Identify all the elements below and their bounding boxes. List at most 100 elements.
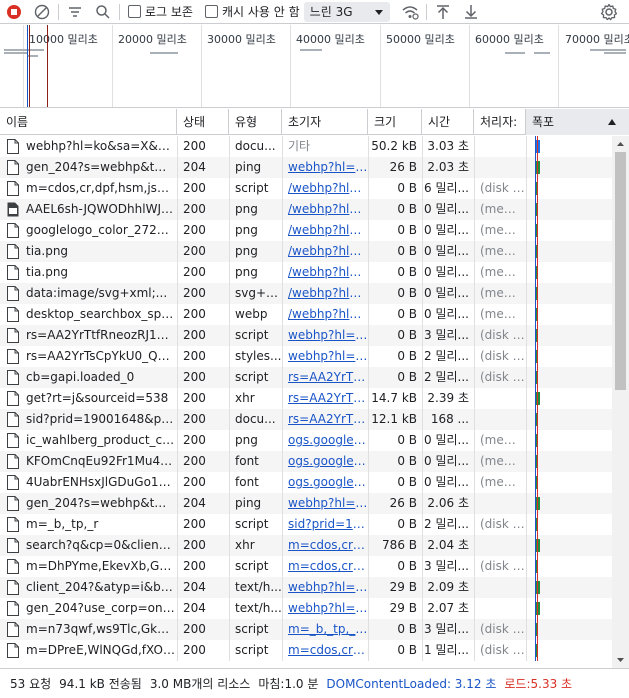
column-header-name[interactable]: 이름 (0, 109, 177, 135)
network-conditions-icon[interactable] (396, 0, 424, 24)
cell-initiator[interactable]: webhp?hl=k... (282, 346, 368, 367)
cell-name[interactable]: client_204?&atyp=i&biw=... (20, 577, 175, 598)
scroll-up-icon[interactable] (612, 138, 629, 150)
record-stop-icon[interactable] (0, 0, 28, 24)
timeline-overview[interactable]: 10000 밀리초 20000 밀리초 30000 밀리초 40000 밀리초 … (0, 25, 629, 108)
cell-name[interactable]: gen_204?s=webhp&t=ca... (20, 157, 175, 178)
table-row[interactable]: 4UabrENHsxJlGDuGo1OlI... 200 font ogs.googl… (0, 472, 612, 493)
cell-initiator[interactable]: /webhp?hl=k... (282, 178, 368, 199)
column-header-waterfall[interactable]: 폭포 (526, 109, 629, 135)
table-row[interactable]: m=DhPYme,EkevXb,GU4G... 200 script m=cdos,c… (0, 556, 612, 577)
table-row[interactable]: KFOmCnqEu92Fr1Mu4mx... 200 font ogs.google.… (0, 451, 612, 472)
cell-initiator[interactable]: /webhp?hl=k... (282, 283, 368, 304)
table-row[interactable]: search?q&cp=0&client=g... 200 xhr m=cdos,cr… (0, 535, 612, 556)
table-row[interactable]: get?rt=j&sourceid=538 200 xhr rs=AA2YrTtf..… (0, 388, 612, 409)
cell-initiator[interactable]: rs=AA2YrTtf... (282, 388, 368, 409)
table-row[interactable]: rs=AA2YrTsCpYkU0_QLXYI... 200 styles...web… (0, 346, 612, 367)
cell-name[interactable]: cb=gapi.loaded_0 (20, 367, 175, 388)
cell-name[interactable]: m=DhPYme,EkevXb,GU4G... (20, 556, 175, 577)
filter-icon[interactable] (61, 0, 89, 24)
table-row[interactable]: webhp?hl=ko&sa=X&ved... 200 docu... 기타 50.2 … (0, 136, 612, 157)
table-row[interactable]: data:image/svg+xml;... 200 svg+x.../webhp?… (0, 283, 612, 304)
table-row[interactable]: cb=gapi.loaded_0 200 script rs=AA2YrTtf... 0… (0, 367, 612, 388)
cell-initiator[interactable]: webhp?hl=k... (282, 598, 368, 619)
throttling-select[interactable]: 느린 3G (303, 1, 390, 22)
cell-name[interactable]: data:image/svg+xml;... (20, 283, 175, 304)
cell-name[interactable]: search?q&cp=0&client=g... (20, 535, 175, 556)
table-row[interactable]: gen_204?s=webhp&t=ca... 204 ping webhp?hl=k… (0, 157, 612, 178)
cell-name[interactable]: m=n73qwf,ws9Tlc,GkRiKb,... (20, 619, 175, 640)
cell-initiator[interactable]: /webhp?hl=k... (282, 262, 368, 283)
table-row[interactable]: m=cdos,cr,dpf,hsm,jsa,d,csi 200 script/web… (0, 178, 612, 199)
clear-icon[interactable] (28, 0, 56, 24)
cell-name[interactable]: KFOmCnqEu92Fr1Mu4mx... (20, 451, 175, 472)
cell-initiator[interactable]: m=cdos,cr,d... (282, 640, 368, 661)
cell-name[interactable]: gen_204?s=webhp&t=aft... (20, 493, 175, 514)
preserve-log-checkbox[interactable]: 로그 보존 (128, 3, 193, 20)
cell-initiator[interactable]: ogs.google.c... (282, 430, 368, 451)
cell-initiator[interactable]: /webhp?hl=k... (282, 304, 368, 325)
cell-initiator[interactable]: m=cdos,cr,d... (282, 556, 368, 577)
cell-name[interactable]: desktop_searchbox_sprite... (20, 304, 175, 325)
cell-initiator[interactable]: ogs.google.c... (282, 451, 368, 472)
checkbox-box[interactable] (204, 5, 218, 18)
scroll-down-icon[interactable] (612, 654, 629, 666)
cell-name[interactable]: rs=AA2YrTtfRneozRJ11ge... (20, 325, 175, 346)
column-header-time[interactable]: 시간 (422, 109, 474, 135)
table-row[interactable]: m=_b,_tp,_r 200 script sid?prid=190... 0 B 2 … (0, 514, 612, 535)
cell-name[interactable]: googlelogo_color_272x92... (20, 220, 175, 241)
cell-name[interactable]: webhp?hl=ko&sa=X&ved... (20, 136, 175, 157)
table-row[interactable]: googlelogo_color_272x92... 200 png/webhp?h… (0, 220, 612, 241)
scrollbar-thumb[interactable] (615, 152, 626, 390)
cell-name[interactable]: tia.png (20, 262, 175, 283)
table-row[interactable]: gen_204?s=webhp&t=aft... 204 ping webhp?hl=… (0, 493, 612, 514)
cell-name[interactable]: 4UabrENHsxJlGDuGo1OlI... (20, 472, 175, 493)
cell-name[interactable]: rs=AA2YrTsCpYkU0_QLXYI... (20, 346, 175, 367)
cell-initiator[interactable]: rs=AA2YrTtf... (282, 409, 368, 430)
disable-cache-checkbox[interactable]: 캐시 사용 안 함 (204, 3, 300, 20)
cell-name[interactable]: get?rt=j&sourceid=538 (20, 388, 175, 409)
column-header-handler[interactable]: 처리자: (474, 109, 526, 135)
table-row[interactable]: ic_wahlberg_product_core... 200 png ogs.goo… (0, 430, 612, 451)
cell-name[interactable]: sid?prid=19001648&pgid... (20, 409, 175, 430)
upload-icon[interactable] (429, 0, 457, 24)
cell-initiator[interactable]: webhp?hl=k... (282, 157, 368, 178)
table-row[interactable]: rs=AA2YrTtfRneozRJ11ge... 200 script webhp?… (0, 325, 612, 346)
column-header-initiator[interactable]: 초기자 (282, 109, 368, 135)
table-row[interactable]: gen_204?use_corp=on&at... 204 text/h...web… (0, 598, 612, 619)
cell-initiator[interactable]: sid?prid=190... (282, 514, 368, 535)
cell-initiator[interactable]: ogs.google.c... (282, 472, 368, 493)
cell-name[interactable]: gen_204?use_corp=on&at... (20, 598, 175, 619)
cell-name[interactable]: AAEL6sh-JQWODhhlWJV5... (20, 199, 175, 220)
checkbox-box[interactable] (128, 5, 141, 18)
settings-icon[interactable] (595, 0, 623, 24)
column-header-status[interactable]: 상태 (177, 109, 229, 135)
cell-initiator[interactable]: /webhp?hl=k... (282, 199, 368, 220)
table-row[interactable]: tia.png 200 png/webhp?hl=k... 0 B 0 밀리... (me… (0, 241, 612, 262)
column-header-type[interactable]: 유형 (229, 109, 282, 135)
cell-initiator[interactable]: m=cdos,cr,d... (282, 535, 368, 556)
cell-name[interactable]: tia.png (20, 241, 175, 262)
cell-initiator[interactable]: m=_b,_tp,_r... (282, 619, 368, 640)
cell-initiator[interactable]: /webhp?hl=k... (282, 241, 368, 262)
table-row[interactable]: desktop_searchbox_sprite... 200 webp/webhp… (0, 304, 612, 325)
column-header-size[interactable]: 크기 (368, 109, 422, 135)
cell-initiator[interactable]: webhp?hl=k... (282, 325, 368, 346)
cell-initiator[interactable]: 기타 (282, 136, 368, 157)
table-row[interactable]: m=n73qwf,ws9Tlc,GkRiKb,... 200 script m=_b,… (0, 619, 612, 640)
vertical-scrollbar[interactable] (612, 136, 629, 668)
cell-name[interactable]: m=cdos,cr,dpf,hsm,jsa,d,csi (20, 178, 175, 199)
cell-name[interactable]: m=_b,_tp,_r (20, 514, 175, 535)
table-row[interactable]: tia.png 200 png/webhp?hl=k... 0 B 0 밀리... (me… (0, 262, 612, 283)
table-row[interactable]: client_204?&atyp=i&biw=... 204 text/h...we… (0, 577, 612, 598)
cell-name[interactable]: m=DPreE,WlNQGd,fXO0x... (20, 640, 175, 661)
search-icon[interactable] (89, 0, 117, 24)
cell-initiator[interactable]: rs=AA2YrTtf... (282, 367, 368, 388)
cell-initiator[interactable]: webhp?hl=k... (282, 577, 368, 598)
table-row[interactable]: sid?prid=19001648&pgid... 200 docu... rs=AA… (0, 409, 612, 430)
download-icon[interactable] (457, 0, 485, 24)
cell-initiator[interactable]: webhp?hl=k... (282, 493, 368, 514)
cell-initiator[interactable]: /webhp?hl=k... (282, 220, 368, 241)
table-row[interactable]: AAEL6sh-JQWODhhlWJV5... 200 png/webhp?hl=k… (0, 199, 612, 220)
table-row[interactable]: m=DPreE,WlNQGd,fXO0x... 200 script m=cdos,c… (0, 640, 612, 661)
